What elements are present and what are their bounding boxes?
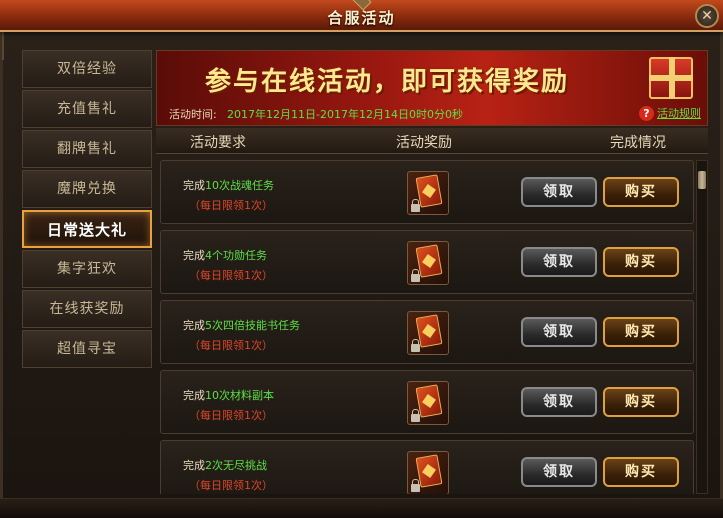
daily-limit-note: （每日限领1次） — [189, 479, 273, 492]
close-icon: ✕ — [701, 8, 713, 24]
lock-icon — [411, 339, 420, 352]
task-highlight: 4个功勋任务 — [205, 249, 267, 262]
table-row: 完成2次无尽挑战 （每日限领1次） 领取 购买 — [160, 440, 694, 494]
window-title: 合服活动 — [327, 9, 396, 27]
banner-slogan: 参与在线活动，即可获得奖励 — [205, 67, 570, 97]
buy-button[interactable]: 购买 — [603, 247, 679, 277]
task-highlight: 5次四倍技能书任务 — [205, 319, 300, 332]
table-row: 完成10次战魂任务 （每日限领1次） 领取 购买 — [160, 160, 694, 224]
card-reward-icon[interactable] — [407, 241, 449, 285]
task-description: 完成4个功勋任务 — [183, 249, 267, 262]
title-bar: 合服活动 — [0, 0, 723, 32]
claim-button[interactable]: 领取 — [521, 317, 597, 347]
scrollbar-thumb[interactable] — [698, 171, 706, 189]
lock-icon — [411, 269, 420, 282]
table-row: 完成5次四倍技能书任务 （每日限领1次） 领取 购买 — [160, 300, 694, 364]
question-icon: ? — [639, 105, 654, 121]
claim-button[interactable]: 领取 — [521, 387, 597, 417]
bottom-frame-bar — [0, 498, 723, 518]
daily-limit-note: （每日限领1次） — [189, 269, 273, 282]
rules-label: 活动规则 — [657, 107, 701, 120]
sidebar-item-magic-card-exchange[interactable]: 魔牌兑换 — [22, 170, 152, 208]
sidebar: 双倍经验 充值售礼 翻牌售礼 魔牌兑换 日常送大礼 集字狂欢 在线获奖励 超值寻… — [22, 50, 152, 370]
task-description: 完成10次战魂任务 — [183, 179, 274, 192]
card-reward-icon[interactable] — [407, 171, 449, 215]
task-highlight: 2次无尽挑战 — [205, 459, 267, 472]
daily-limit-note: （每日限领1次） — [189, 199, 273, 212]
buy-button[interactable]: 购买 — [603, 457, 679, 487]
card-reward-icon[interactable] — [407, 381, 449, 425]
sidebar-item-daily-gift[interactable]: 日常送大礼 — [22, 210, 152, 248]
gift-box-icon — [649, 57, 693, 99]
daily-limit-note: （每日限领1次） — [189, 339, 273, 352]
sidebar-item-double-exp[interactable]: 双倍经验 — [22, 50, 152, 88]
task-description: 完成10次材料副本 — [183, 389, 274, 402]
lock-icon — [411, 199, 420, 212]
header-reward: 活动奖励 — [396, 135, 452, 151]
buy-button[interactable]: 购买 — [603, 387, 679, 417]
daily-limit-note: （每日限领1次） — [189, 409, 273, 422]
event-time-value: 2017年12月11日-2017年12月14日0时0分0秒 — [227, 108, 463, 121]
task-description: 完成5次四倍技能书任务 — [183, 319, 300, 332]
task-list: 完成10次战魂任务 （每日限领1次） 领取 购买 完成4个功勋任务 （每日限领1… — [156, 158, 694, 494]
task-highlight: 10次战魂任务 — [205, 179, 274, 192]
rules-link[interactable]: ? 活动规则 — [639, 105, 701, 121]
card-reward-icon[interactable] — [407, 311, 449, 355]
header-status: 完成情况 — [610, 135, 666, 151]
buy-button[interactable]: 购买 — [603, 177, 679, 207]
event-banner: 参与在线活动，即可获得奖励 活动时间: 2017年12月11日-2017年12月… — [156, 50, 708, 126]
sidebar-item-online-reward[interactable]: 在线获奖励 — [22, 290, 152, 328]
task-description: 完成2次无尽挑战 — [183, 459, 267, 472]
claim-button[interactable]: 领取 — [521, 457, 597, 487]
event-time-label: 活动时间: — [169, 108, 217, 121]
table-row: 完成4个功勋任务 （每日限领1次） 领取 购买 — [160, 230, 694, 294]
lock-icon — [411, 409, 420, 422]
sidebar-item-recharge-gift[interactable]: 充值售礼 — [22, 90, 152, 128]
table-row: 完成10次材料副本 （每日限领1次） 领取 购买 — [160, 370, 694, 434]
lock-icon — [411, 479, 420, 492]
buy-button[interactable]: 购买 — [603, 317, 679, 347]
card-reward-icon[interactable] — [407, 451, 449, 494]
task-highlight: 10次材料副本 — [205, 389, 274, 402]
scrollbar[interactable] — [696, 160, 708, 494]
sidebar-item-treasure-hunt[interactable]: 超值寻宝 — [22, 330, 152, 368]
table-header: 活动要求 活动奖励 完成情况 — [156, 128, 708, 154]
sidebar-item-flip-card-gift[interactable]: 翻牌售礼 — [22, 130, 152, 168]
sidebar-item-collect-words[interactable]: 集字狂欢 — [22, 250, 152, 288]
header-requirement: 活动要求 — [190, 135, 246, 151]
close-button[interactable]: ✕ — [695, 4, 719, 28]
claim-button[interactable]: 领取 — [521, 177, 597, 207]
claim-button[interactable]: 领取 — [521, 247, 597, 277]
